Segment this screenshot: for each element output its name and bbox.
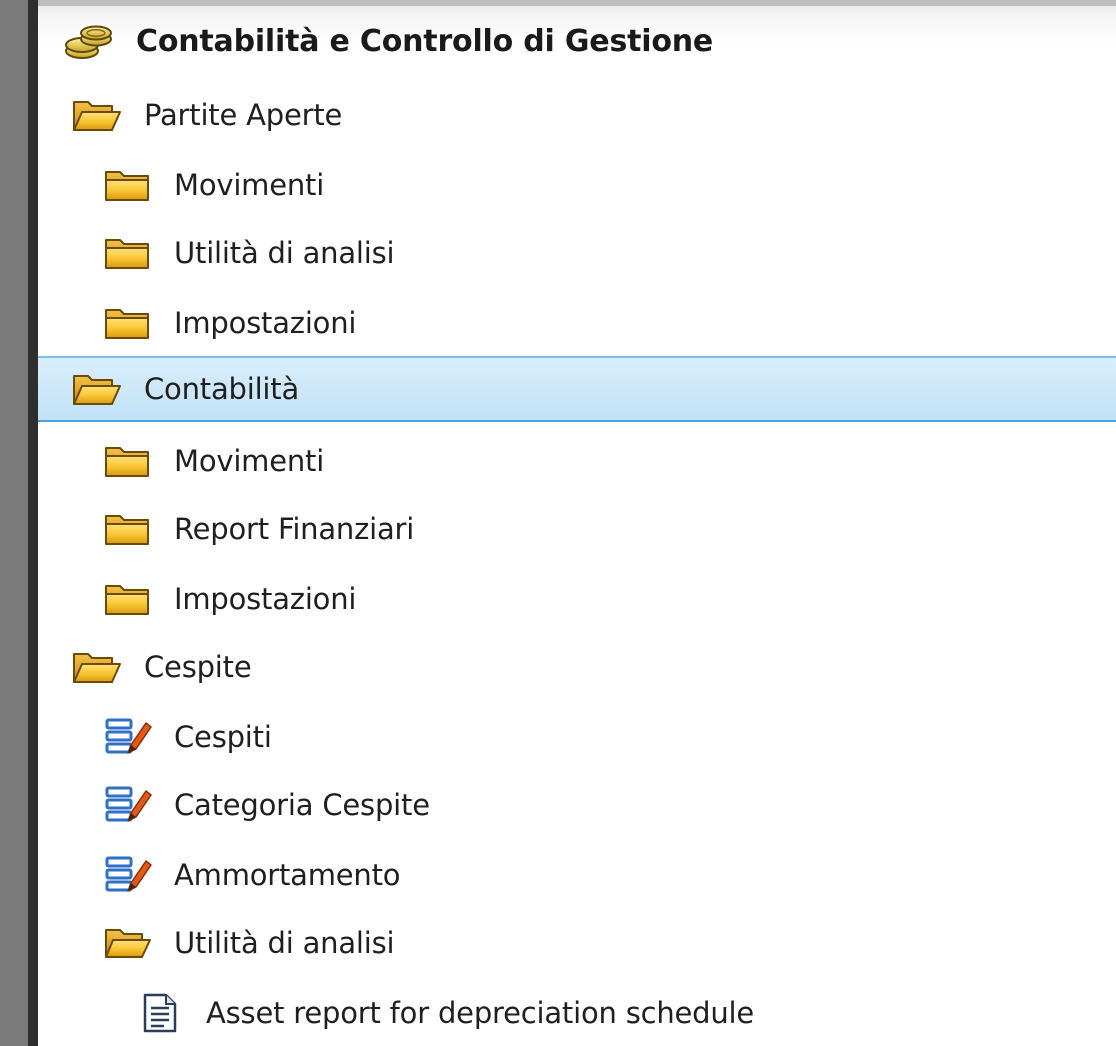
- tree-item-movimenti[interactable]: Movimenti: [38, 428, 1116, 494]
- tree-item-impostazioni[interactable]: Impostazioni: [38, 290, 1116, 356]
- coins-icon: [64, 21, 114, 61]
- folder-open-icon: [104, 925, 152, 961]
- tree-item-label: Ammortamento: [174, 858, 401, 892]
- folder-icon: [104, 443, 152, 479]
- tree-item-label: Contabilità: [144, 372, 300, 406]
- tree-item-label: Cespiti: [174, 720, 272, 754]
- tree-item-label: Movimenti: [174, 168, 325, 202]
- tree-item-label: Utilità di analisi: [174, 236, 395, 270]
- folder-open-icon: [72, 370, 122, 408]
- tree-root-item[interactable]: Contabilità e Controllo di Gestione: [38, 8, 1116, 74]
- tree-item-asset-report[interactable]: Asset report for depreciation schedule: [38, 980, 1116, 1046]
- tree-item-cespiti[interactable]: Cespiti: [38, 704, 1116, 770]
- tree-item-label: Asset report for depreciation schedule: [206, 996, 755, 1030]
- tree-item-categoria-cespite[interactable]: Categoria Cespite: [38, 772, 1116, 838]
- edit-list-icon: [104, 855, 152, 895]
- tree-item-label: Movimenti: [174, 444, 325, 478]
- tree-root-label: Contabilità e Controllo di Gestione: [136, 23, 714, 59]
- folder-icon: [104, 511, 152, 547]
- folder-open-icon: [72, 96, 122, 134]
- tree-item-label: Impostazioni: [174, 582, 357, 616]
- folder-icon: [104, 305, 152, 341]
- tree-item-utilita-di-analisi[interactable]: Utilità di analisi: [38, 220, 1116, 286]
- folder-icon: [104, 581, 152, 617]
- left-panel-border: [28, 0, 38, 1046]
- tree-item-label: Partite Aperte: [144, 98, 343, 132]
- tree-item-partite-aperte[interactable]: Partite Aperte: [38, 82, 1116, 148]
- folder-icon: [104, 235, 152, 271]
- edit-list-icon: [104, 785, 152, 825]
- tree-item-cespite[interactable]: Cespite: [38, 634, 1116, 700]
- app-frame: Contabilità e Controllo di Gestione Part…: [0, 0, 1116, 1046]
- tree-item-report-finanziari[interactable]: Report Finanziari: [38, 496, 1116, 562]
- left-gutter: [0, 0, 28, 1046]
- tree-item-ammortamento[interactable]: Ammortamento: [38, 842, 1116, 908]
- tree-item-impostazioni[interactable]: Impostazioni: [38, 566, 1116, 632]
- folder-icon: [104, 167, 152, 203]
- tree-item-label: Cespite: [144, 650, 252, 684]
- header-shadow: [38, 0, 1116, 6]
- tree-item-utilita-di-analisi-cespite[interactable]: Utilità di analisi: [38, 910, 1116, 976]
- tree-item-contabilita[interactable]: Contabilità: [38, 356, 1116, 422]
- folder-open-icon: [72, 648, 122, 686]
- tree-item-label: Impostazioni: [174, 306, 357, 340]
- edit-list-icon: [104, 717, 152, 757]
- report-document-icon: [142, 993, 178, 1033]
- tree-item-movimenti[interactable]: Movimenti: [38, 152, 1116, 218]
- tree-item-label: Utilità di analisi: [174, 926, 395, 960]
- tree-item-label: Categoria Cespite: [174, 788, 430, 822]
- tree-item-label: Report Finanziari: [174, 512, 415, 546]
